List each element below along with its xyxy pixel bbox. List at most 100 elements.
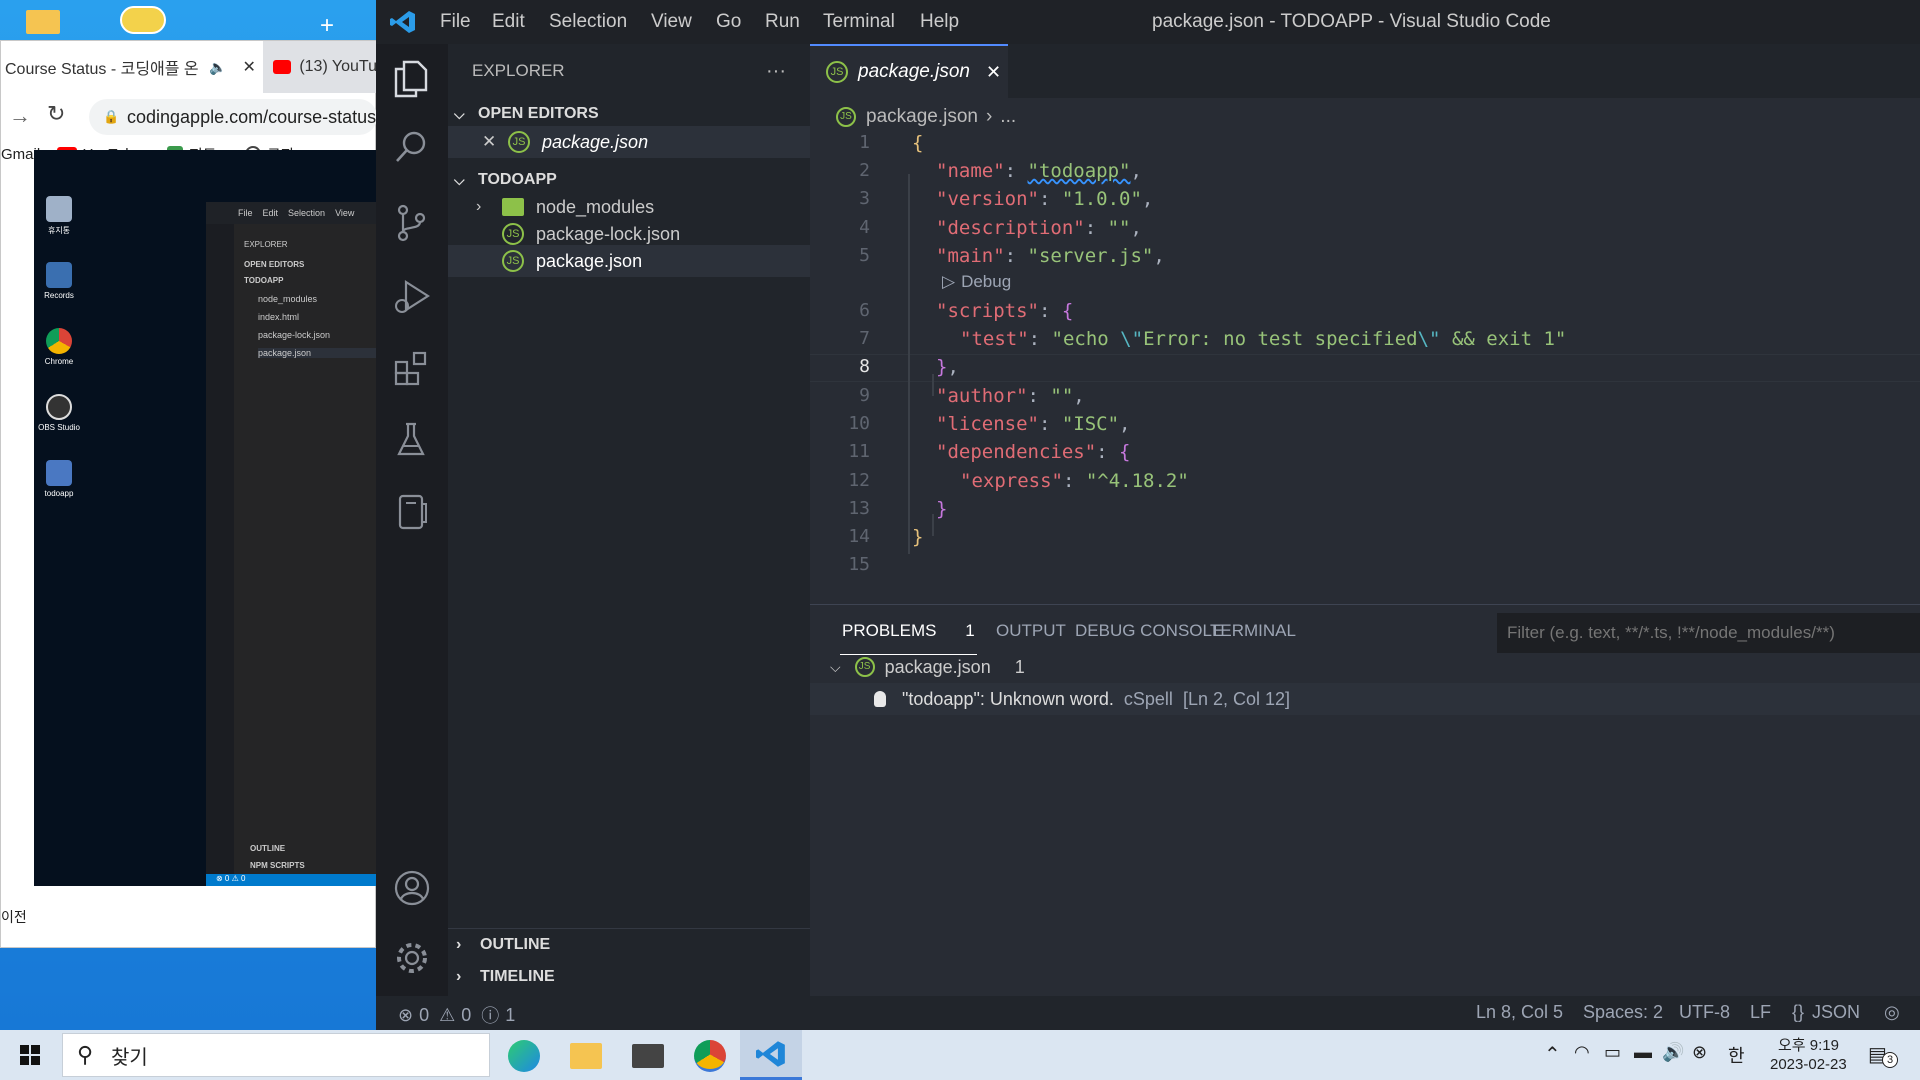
- indentation[interactable]: Spaces: 2: [1583, 1002, 1663, 1023]
- reload-icon[interactable]: ↻: [47, 101, 65, 127]
- close-icon[interactable]: ✕: [482, 132, 502, 152]
- problems-filter-input[interactable]: [1497, 613, 1920, 653]
- clock-date[interactable]: 2023-02-23: [1770, 1056, 1847, 1073]
- obs-icon[interactable]: OBS Studio: [34, 394, 84, 432]
- panel-tab-problems[interactable]: PROBLEMS 1: [840, 621, 977, 655]
- feedback-icon[interactable]: ◎: [1884, 1002, 1900, 1023]
- line-number: 15: [848, 554, 870, 575]
- mascot-icon[interactable]: [120, 6, 166, 34]
- windows-start-icon[interactable]: [20, 1045, 40, 1065]
- file-explorer-icon[interactable]: [570, 1043, 602, 1069]
- code-line: }: [912, 526, 924, 548]
- mini-file: index.html: [258, 312, 300, 322]
- menu-edit[interactable]: Edit: [492, 11, 525, 33]
- battery-icon[interactable]: ▬: [1634, 1042, 1652, 1063]
- editor-area[interactable]: JS package.json ✕ JS package.json › ... …: [810, 44, 1920, 604]
- menu-run[interactable]: Run: [765, 11, 800, 33]
- network-icon[interactable]: ◠: [1574, 1042, 1590, 1063]
- panel-tab-terminal[interactable]: TERMINAL: [1210, 621, 1296, 641]
- end-of-line[interactable]: LF: [1750, 1002, 1771, 1023]
- todoapp-folder-icon[interactable]: todoapp: [34, 460, 84, 498]
- menu-selection[interactable]: Selection: [549, 11, 627, 33]
- problems-status[interactable]: ⊗ 0 ⚠ 0 ⓘ 1: [398, 1002, 515, 1028]
- lecture-video[interactable]: 휴지통 Records Chrome OBS Studio todoapp Fi…: [34, 150, 376, 886]
- testing-icon[interactable]: [396, 422, 426, 458]
- vscode-logo-icon: [390, 10, 416, 34]
- chevron-up-icon[interactable]: ⌃: [1544, 1042, 1561, 1067]
- recycle-bin-icon[interactable]: 휴지통: [34, 196, 84, 236]
- open-editor-item[interactable]: ✕ JS package.json: [448, 126, 810, 158]
- code-line: },: [936, 356, 959, 378]
- address-bar[interactable]: 🔒 codingapple.com/course-status: [89, 99, 377, 135]
- line-number: 6: [859, 300, 870, 321]
- mini-titlebar: File Edit Selection View: [206, 202, 376, 224]
- cursor-position[interactable]: Ln 8, Col 5: [1476, 1002, 1563, 1023]
- folder-icon[interactable]: [26, 10, 60, 34]
- timeline-section[interactable]: › TIMELINE: [448, 961, 810, 993]
- menu-file[interactable]: File: [440, 11, 471, 33]
- play-icon: ▷: [942, 272, 956, 291]
- menu-view[interactable]: View: [651, 11, 692, 33]
- problem-file-name: package.json: [884, 656, 991, 677]
- mini-open-editors: OPEN EDITORS: [244, 260, 305, 269]
- explorer-icon[interactable]: [394, 60, 428, 98]
- mail-icon[interactable]: [632, 1044, 664, 1068]
- tree-item-package-json[interactable]: JS package.json: [448, 245, 810, 277]
- mini-outline: OUTLINE: [250, 844, 286, 853]
- mini-menu-item: Selection: [288, 208, 326, 218]
- ime-indicator[interactable]: 한: [1728, 1042, 1745, 1068]
- meet-icon[interactable]: ▭: [1604, 1042, 1621, 1063]
- panel-tab-debug-console[interactable]: DEBUG CONSOLE: [1075, 621, 1223, 641]
- accounts-icon[interactable]: [394, 870, 430, 906]
- line-number: 3: [859, 188, 870, 209]
- blocked-icon[interactable]: ⊗: [1692, 1042, 1707, 1063]
- search-icon[interactable]: [394, 130, 428, 164]
- chrome-tab-course-status[interactable]: Course Status - 코딩애플 온 🔈 ✕: [1, 41, 259, 93]
- warning-count: 0: [461, 1004, 472, 1025]
- line-number: 10: [848, 413, 870, 434]
- menu-help[interactable]: Help: [920, 11, 959, 33]
- source-control-icon[interactable]: [394, 204, 428, 242]
- extensions-icon[interactable]: [394, 350, 430, 386]
- problem-file-row[interactable]: ⌵ JS package.json 1: [810, 651, 1920, 683]
- records-icon[interactable]: Records: [34, 262, 84, 300]
- encoding[interactable]: UTF-8: [1679, 1002, 1730, 1023]
- close-tab-icon[interactable]: ✕: [242, 57, 255, 77]
- file-name: package.json: [536, 250, 643, 271]
- volume-icon[interactable]: 🔊: [1662, 1042, 1684, 1063]
- more-actions-icon[interactable]: ···: [766, 60, 786, 83]
- debug-codelens[interactable]: ▷ Debug: [942, 272, 1011, 292]
- mini-vscode: File Edit Selection View EXPLORER OPEN E…: [206, 202, 376, 886]
- outline-section[interactable]: › OUTLINE: [448, 928, 810, 960]
- code-content[interactable]: { "name": "todoapp", "version": "1.0.0",…: [912, 44, 1912, 604]
- mute-icon[interactable]: 🔈: [209, 59, 226, 76]
- new-tab-icon[interactable]: +: [320, 14, 344, 40]
- line-number: 5: [859, 245, 870, 266]
- mini-folder: TODOAPP: [244, 276, 284, 285]
- activity-bar: [376, 44, 448, 996]
- prev-link[interactable]: 이전: [1, 907, 27, 927]
- menu-terminal[interactable]: Terminal: [823, 11, 895, 33]
- notification-icon[interactable]: ▤ 3: [1868, 1042, 1898, 1068]
- vscode-taskbar-icon[interactable]: [740, 1030, 802, 1080]
- misspelled-word: "todoapp": [1027, 160, 1131, 182]
- menu-go[interactable]: Go: [716, 11, 741, 33]
- forward-icon[interactable]: →: [9, 103, 31, 129]
- remote-explorer-icon[interactable]: [398, 494, 428, 530]
- run-debug-icon[interactable]: [394, 278, 430, 314]
- problem-item[interactable]: "todoapp": Unknown word. cSpell [Ln 2, C…: [810, 683, 1920, 715]
- tab-title: (13) YouTu: [299, 58, 377, 75]
- line-number: 2: [859, 160, 870, 181]
- chrome-tab-youtube[interactable]: (13) YouTu: [263, 41, 377, 93]
- clock-time[interactable]: 오후 9:19: [1778, 1034, 1839, 1055]
- chrome-taskbar-icon[interactable]: [694, 1040, 726, 1072]
- status-bar: ⊗ 0 ⚠ 0 ⓘ 1 Ln 8, Col 5 Spaces: 2 UTF-8 LF …: [376, 996, 1920, 1030]
- edge-icon[interactable]: [508, 1040, 540, 1072]
- language-mode[interactable]: {} JSON: [1792, 1002, 1860, 1023]
- mini-npm-scripts: NPM SCRIPTS: [250, 861, 305, 870]
- panel-tab-output[interactable]: OUTPUT: [996, 621, 1066, 641]
- taskbar-search[interactable]: ⚲ 찾기: [62, 1033, 490, 1077]
- manage-gear-icon[interactable]: [394, 940, 430, 976]
- bottom-panel: PROBLEMS 1 OUTPUT DEBUG CONSOLE TERMINAL…: [810, 604, 1920, 996]
- chrome-icon[interactable]: Chrome: [34, 328, 84, 366]
